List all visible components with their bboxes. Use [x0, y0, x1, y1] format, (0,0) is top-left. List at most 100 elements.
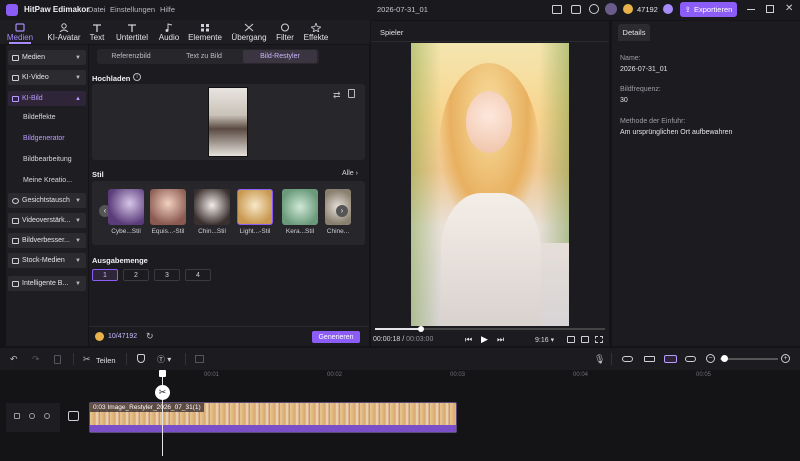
tool-elemente[interactable]: Elemente — [187, 20, 223, 44]
quantity-option-3[interactable]: 3 — [154, 269, 180, 281]
tool-untertitel[interactable]: Untertitel — [113, 20, 151, 44]
close-button[interactable]: ✕ — [785, 3, 793, 14]
magnet-icon[interactable] — [644, 356, 655, 362]
carousel-next-button[interactable]: › — [336, 205, 348, 217]
quantity-option-1[interactable]: 1 — [92, 269, 118, 281]
smart-icon — [12, 280, 19, 287]
redo-icon[interactable]: ↷ — [32, 354, 40, 365]
title-bar: HitPaw Edimakor Datei Einstellungen Hilf… — [0, 0, 800, 20]
maximize-button[interactable] — [766, 5, 774, 13]
subitem-meine-kreationen[interactable]: Meine Kreatio... — [23, 177, 72, 184]
avatar[interactable] — [605, 3, 617, 15]
replace-icon[interactable]: ⇄ — [333, 90, 341, 101]
sidebar-item-label: Medien — [22, 54, 45, 61]
split-label[interactable]: Teilen — [96, 356, 116, 365]
sidebar-item-ki-video[interactable]: KI-Video ▼ — [8, 70, 86, 85]
playhead-handle[interactable] — [159, 370, 166, 377]
tool-effekte[interactable]: Effekte — [302, 20, 330, 44]
time-ruler[interactable] — [88, 370, 800, 382]
details-tab[interactable]: Details — [618, 24, 650, 41]
zoom-slider-track[interactable] — [720, 358, 778, 360]
subitem-bildgenerator[interactable]: Bildgenerator — [23, 135, 65, 142]
add-media-icon[interactable] — [68, 411, 79, 421]
tab-bild-restyler[interactable]: Bild-Restyler — [243, 50, 317, 63]
sidebar-item-gesichtstausch[interactable]: Gesichtstausch ▼ — [8, 193, 86, 208]
snap-icon[interactable] — [664, 355, 677, 363]
playhead-split-icon[interactable]: ✂ — [155, 385, 170, 400]
player-title: Spieler — [380, 28, 404, 37]
track-lock-icon[interactable] — [14, 413, 20, 419]
filter-icon — [281, 23, 289, 32]
sidebar-item-videoverstaerker[interactable]: Videoverstärk... ▼ — [8, 213, 86, 228]
style-thumb-chinese[interactable] — [194, 189, 230, 225]
zoom-slider-handle[interactable] — [721, 355, 728, 362]
tab-referenzbild[interactable]: Referenzbild — [99, 50, 163, 63]
layout-icon[interactable] — [552, 5, 562, 14]
text-tool-dropdown[interactable]: Ⓣ ▾ — [157, 354, 171, 365]
shield-icon[interactable] — [137, 354, 145, 363]
feedback-icon[interactable] — [571, 5, 581, 14]
tool-label: Audio — [158, 33, 180, 42]
app-logo-icon — [6, 4, 18, 16]
tab-text-zu-bild[interactable]: Text zu Bild — [169, 50, 239, 63]
info-icon[interactable]: i — [133, 73, 141, 81]
premium-icon[interactable] — [663, 4, 673, 14]
tool-ki-avatar[interactable]: KI-Avatar — [43, 20, 85, 44]
tool-medien[interactable]: Medien — [5, 20, 35, 44]
prev-frame-icon[interactable]: ⏮ — [465, 335, 472, 345]
tool-audio[interactable]: Audio — [155, 20, 183, 44]
fullscreen-icon[interactable] — [595, 336, 603, 343]
bottom-divider — [89, 326, 369, 327]
sidebar-item-medien[interactable]: Medien ▼ — [8, 50, 86, 65]
undo-icon[interactable]: ↶ — [10, 354, 18, 365]
quantity-option-2[interactable]: 2 — [123, 269, 149, 281]
delete-icon[interactable] — [54, 355, 61, 364]
sidebar-item-ki-bild[interactable]: KI-Bild ▲ — [8, 91, 86, 106]
export-button[interactable]: ⇪ Exportieren — [680, 2, 737, 17]
zoom-out-icon[interactable]: − — [706, 354, 715, 363]
track-mute-icon[interactable] — [44, 413, 50, 419]
tool-uebergang[interactable]: Übergang — [228, 20, 270, 44]
tool-text[interactable]: Text — [86, 20, 108, 44]
crop-icon[interactable] — [195, 355, 204, 363]
all-styles-link[interactable]: Alle › — [342, 170, 358, 177]
style-label-equis: Equis...-Stil — [151, 228, 185, 235]
style-thumb-kera[interactable] — [282, 189, 318, 225]
menu-hilfe[interactable]: Hilfe — [160, 5, 175, 14]
subitem-bildbearbeitung[interactable]: Bildbearbeitung — [23, 156, 72, 163]
download-icon[interactable] — [589, 4, 599, 14]
progress-handle[interactable] — [418, 326, 424, 332]
timeline-clip[interactable]: 0:03 Image_Restyler_2026_07_31(1) — [89, 402, 457, 433]
minimize-button[interactable] — [747, 9, 755, 10]
microphone-icon[interactable]: 🎙 — [594, 354, 605, 365]
aspect-ratio-dropdown[interactable]: 9:16 ▾ — [535, 336, 554, 344]
play-icon[interactable]: ▶ — [481, 334, 488, 345]
sidebar-item-intelligente[interactable]: Intelligente B... ▼ — [8, 276, 86, 291]
style-thumb-cyber[interactable] — [108, 189, 144, 225]
chevron-down-icon: ▼ — [75, 217, 81, 224]
scissors-icon[interactable]: ✂ — [83, 354, 91, 365]
tool-label: Text — [89, 33, 105, 42]
refresh-icon[interactable]: ↻ — [146, 331, 154, 342]
track-visibility-icon[interactable] — [29, 413, 35, 419]
upload-area[interactable]: ⇄ — [92, 84, 365, 160]
link-icon[interactable] — [622, 356, 633, 362]
sidebar-item-stock-medien[interactable]: Stock-Medien ▼ — [8, 253, 86, 268]
quality-icon[interactable] — [581, 336, 589, 343]
delete-icon[interactable] — [348, 89, 355, 98]
style-thumb-light[interactable] — [237, 189, 273, 225]
quantity-option-4[interactable]: 4 — [185, 269, 211, 281]
text-icon — [93, 24, 101, 32]
subitem-bildeffekte[interactable]: Bildeffekte — [23, 114, 56, 121]
style-thumb-equis[interactable] — [150, 189, 186, 225]
generate-button[interactable]: Generieren — [312, 331, 360, 343]
menu-einstellungen[interactable]: Einstellungen — [110, 5, 155, 14]
menu-datei[interactable]: Datei — [88, 5, 106, 14]
snapshot-icon[interactable] — [567, 336, 575, 343]
preview-icon[interactable] — [685, 356, 696, 362]
zoom-in-icon[interactable]: + — [781, 354, 790, 363]
ruler-tick-5: 00:05 — [696, 372, 712, 378]
next-frame-icon[interactable]: ⏭ — [497, 335, 504, 345]
sidebar-item-bildverbesserer[interactable]: Bildverbesser... ▼ — [8, 233, 86, 248]
tool-filter[interactable]: Filter — [272, 20, 298, 44]
